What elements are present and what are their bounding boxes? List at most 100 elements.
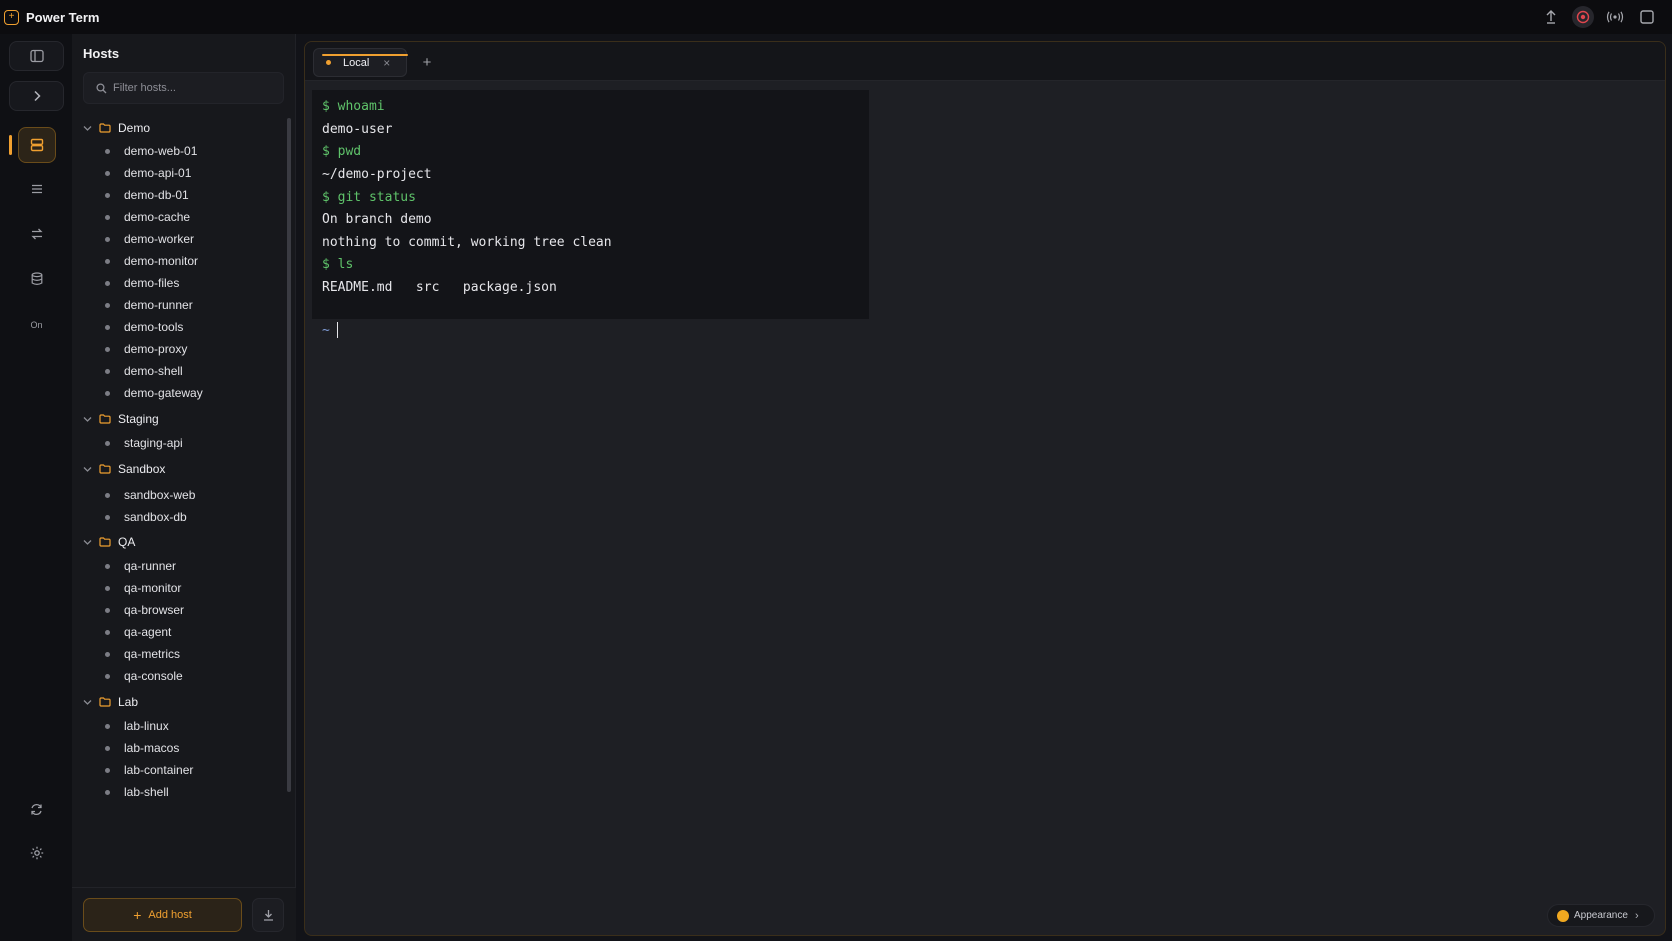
record-icon[interactable] — [1572, 6, 1594, 28]
import-button[interactable] — [252, 898, 284, 932]
hosts-nav-button[interactable] — [18, 127, 56, 163]
host-item[interactable]: qa-agent — [83, 621, 273, 643]
host-status-dot — [105, 390, 110, 396]
sync-nav-button[interactable] — [9, 794, 64, 824]
folder-icon — [99, 464, 111, 474]
terminal-output-line: ~/demo-project — [322, 167, 432, 182]
chevron-right-icon: › — [1634, 909, 1639, 922]
close-icon[interactable]: × — [383, 57, 390, 69]
chevron-down-icon — [83, 125, 95, 132]
storage-nav-button[interactable] — [9, 264, 64, 294]
host-item[interactable]: demo-api-01 — [83, 162, 273, 184]
host-item[interactable]: sandbox-db — [83, 506, 273, 528]
terminal-command-line: $ pwd — [322, 144, 362, 159]
host-item[interactable]: demo-cache — [83, 206, 273, 228]
group-header-demo[interactable]: Demo — [83, 118, 150, 138]
terminal-output-line: On branch demo — [322, 212, 432, 227]
host-item[interactable]: demo-web-01 — [83, 140, 273, 162]
tab-local[interactable]: Local × — [313, 48, 408, 77]
host-item[interactable]: demo-proxy — [83, 338, 273, 360]
host-item[interactable]: qa-runner — [83, 555, 273, 577]
broadcast-icon[interactable] — [1604, 6, 1626, 28]
host-name: demo-monitor — [124, 254, 199, 268]
folder-icon — [99, 123, 111, 133]
group-name: QA — [118, 535, 136, 549]
host-status-dot — [105, 492, 110, 498]
appearance-button[interactable]: Appearance › — [1547, 904, 1655, 927]
settings-button[interactable] — [9, 838, 64, 868]
host-item[interactable]: sandbox-web — [83, 484, 273, 506]
host-status-dot — [105, 651, 110, 657]
terminal-prompt[interactable]: ~ — [322, 322, 338, 338]
host-item[interactable]: lab-container — [83, 759, 273, 781]
misc-label: On — [30, 320, 43, 330]
host-item[interactable]: demo-runner — [83, 294, 273, 316]
host-name: demo-proxy — [124, 342, 188, 356]
host-item[interactable]: demo-gateway — [83, 382, 273, 404]
tab-bar: Local × + — [305, 42, 1665, 81]
host-status-dot — [105, 324, 110, 330]
new-tab-button[interactable]: + — [417, 52, 437, 72]
add-host-label: Add host — [148, 909, 192, 921]
app-logo-icon: + — [4, 9, 19, 25]
host-status-dot — [105, 629, 110, 635]
host-item[interactable]: qa-browser — [83, 599, 273, 621]
host-item[interactable]: staging-api — [83, 432, 273, 454]
group-name: Lab — [118, 695, 139, 709]
host-item[interactable]: demo-db-01 — [83, 184, 273, 206]
host-item[interactable]: demo-monitor — [83, 250, 273, 272]
host-item[interactable]: qa-metrics — [83, 643, 273, 665]
snippets-nav-button[interactable] — [9, 174, 64, 204]
host-name: demo-api-01 — [124, 166, 192, 180]
sidebar-scrollbar[interactable] — [287, 118, 291, 792]
add-host-button[interactable]: + Add host — [83, 898, 242, 932]
app-title: Power Term — [26, 9, 100, 25]
terminal-command-line: $ git status — [322, 190, 416, 205]
folder-icon — [99, 697, 111, 707]
active-indicator — [9, 135, 12, 155]
search-icon — [96, 82, 107, 93]
chevron-down-icon — [83, 466, 95, 473]
host-item[interactable]: lab-shell — [83, 781, 273, 803]
group-name: Staging — [118, 412, 159, 426]
search-input[interactable] — [113, 82, 273, 94]
host-item[interactable]: qa-monitor — [83, 577, 273, 599]
host-status-dot — [105, 148, 110, 154]
host-name: qa-agent — [124, 625, 172, 639]
keys-nav-button[interactable]: On — [9, 310, 64, 340]
host-name: lab-linux — [124, 719, 169, 733]
host-name: qa-runner — [124, 559, 177, 573]
host-item[interactable]: lab-macos — [83, 737, 273, 759]
host-status-dot — [105, 368, 110, 374]
port-forwarding-nav-button[interactable] — [9, 219, 64, 249]
host-name: staging-api — [124, 436, 183, 450]
host-status-dot — [105, 745, 110, 751]
host-name: demo-cache — [124, 210, 191, 224]
host-item[interactable]: qa-console — [83, 665, 273, 687]
host-tree: Demo demo-web-01 demo-api-01 demo-db-01 demo… — [72, 110, 282, 916]
title-bar: + Power Term — [0, 0, 1672, 34]
group-header-lab[interactable]: Lab — [83, 692, 138, 712]
folder-icon — [99, 537, 111, 547]
host-item[interactable]: demo-shell — [83, 360, 273, 382]
host-item[interactable]: demo-tools — [83, 316, 273, 338]
host-status-dot — [105, 346, 110, 352]
host-status-dot — [105, 723, 110, 729]
maximize-icon[interactable] — [1636, 6, 1658, 28]
host-search[interactable] — [83, 72, 284, 104]
expand-button[interactable] — [9, 81, 64, 111]
chevron-down-icon — [83, 539, 95, 546]
group-header-qa[interactable]: QA — [83, 532, 135, 552]
group-header-sandbox[interactable]: Sandbox — [83, 459, 165, 479]
host-status-dot — [105, 789, 110, 795]
folder-icon — [99, 414, 111, 424]
toggle-sidebar-button[interactable] — [9, 41, 64, 71]
group-header-staging[interactable]: Staging — [83, 409, 159, 429]
sync-up-icon[interactable] — [1540, 6, 1562, 28]
host-item[interactable]: lab-linux — [83, 715, 273, 737]
host-item[interactable]: demo-files — [83, 272, 273, 294]
host-name: qa-monitor — [124, 581, 182, 595]
host-item[interactable]: demo-worker — [83, 228, 273, 250]
sidebar-toggle-icon — [29, 49, 44, 63]
terminal-panel: Local × + $ whoami demo-user $ pwd ~/demo-p… — [304, 41, 1666, 936]
